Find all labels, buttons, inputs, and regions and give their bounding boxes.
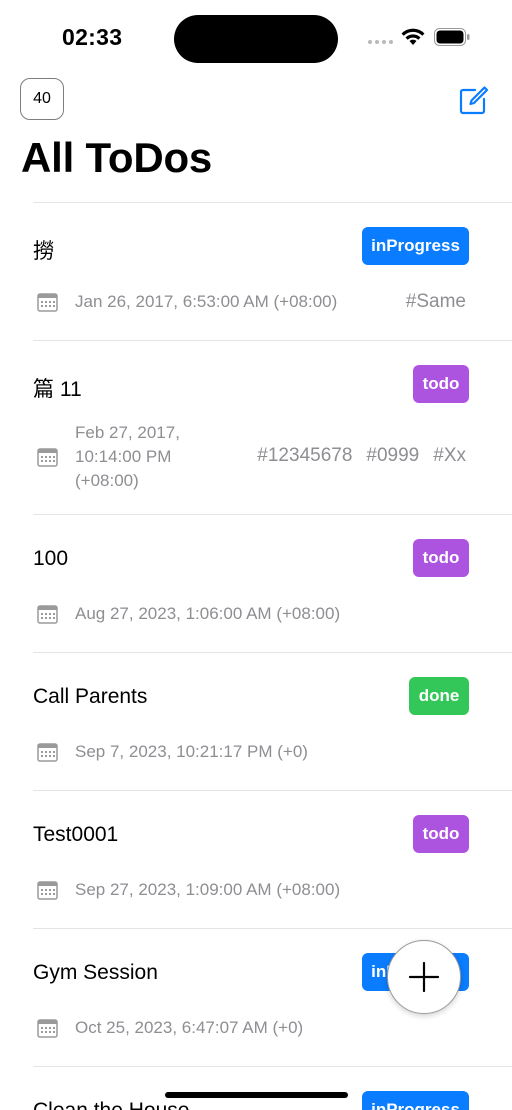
todo-tag: #12345678 [257, 445, 353, 466]
todo-tags: #12345678 #0999 #Xx [257, 445, 466, 467]
todo-title: 篇 11 [33, 378, 82, 401]
todo-title: 撈 [33, 240, 54, 263]
status-bar: 02:33 [0, 0, 512, 76]
todo-title: 100 [33, 547, 69, 570]
calendar-icon [37, 881, 58, 900]
calendar-icon [37, 605, 58, 624]
battery-icon [434, 28, 470, 46]
calendar-icon [37, 1019, 58, 1038]
todo-tag: #Same [405, 291, 466, 312]
todo-date: Feb 27, 2017, 10:14:00 PM (+08:00) [75, 421, 180, 493]
todo-date: Sep 7, 2023, 10:21:17 PM (+0) [75, 742, 308, 761]
todo-date: Aug 27, 2023, 1:06:00 AM (+08:00) [75, 604, 341, 623]
calendar-icon [37, 448, 58, 467]
todo-tag: #Xx [433, 445, 466, 466]
todo-date-line: Feb 27, 2017, [75, 423, 180, 442]
todo-date: Jan 26, 2017, 6:53:00 AM (+08:00) [75, 292, 338, 311]
todo-tags: #Same [406, 291, 466, 313]
page-title: All ToDos [21, 134, 213, 181]
todo-row[interactable]: Clean the House inProgress [33, 1066, 512, 1110]
todo-row[interactable]: 篇 11 todo Feb 27, 2017, 10:14:00 PM (+08… [33, 340, 512, 514]
status-badge: todo [413, 815, 469, 853]
status-badge: todo [413, 539, 469, 577]
todo-title: Gym Session [33, 961, 158, 984]
status-time: 02:33 [62, 24, 123, 50]
dynamic-island [174, 15, 338, 63]
status-badge: inProgress [362, 1091, 469, 1110]
todo-row[interactable]: 撈 inProgress Jan 26, 2017, 6:53:00 AM (+… [33, 202, 512, 340]
calendar-icon [37, 293, 58, 312]
plus-icon [408, 961, 440, 993]
todo-title: Test0001 [33, 823, 119, 846]
todo-tag: #0999 [366, 445, 420, 466]
calendar-icon [37, 743, 58, 762]
todo-date-line: (+08:00) [75, 471, 139, 490]
todo-title: Clean the House [33, 1099, 189, 1110]
cellular-signal-icon [368, 40, 393, 44]
add-todo-button[interactable] [387, 940, 461, 1014]
todo-row[interactable]: Call Parents done Sep 7, 2023, 10:21:17 … [33, 652, 512, 790]
todo-date: Sep 27, 2023, 1:09:00 AM (+08:00) [75, 880, 341, 899]
wifi-icon [401, 28, 425, 45]
todo-date-line: 10:14:00 PM [75, 447, 172, 466]
status-badge: done [409, 677, 469, 715]
todo-row[interactable]: 100 todo Aug 27, 2023, 1:06:00 AM (+08:0… [33, 514, 512, 652]
home-indicator[interactable] [165, 1092, 348, 1098]
compose-icon[interactable] [458, 84, 490, 116]
todo-title: Call Parents [33, 685, 148, 708]
todo-row[interactable]: Test0001 todo Sep 27, 2023, 1:09:00 AM (… [33, 790, 512, 928]
status-badge: todo [413, 365, 469, 403]
todo-count-badge[interactable]: 40 [20, 78, 64, 120]
status-badge: inProgress [362, 227, 469, 265]
todo-date: Oct 25, 2023, 6:47:07 AM (+0) [75, 1018, 304, 1037]
